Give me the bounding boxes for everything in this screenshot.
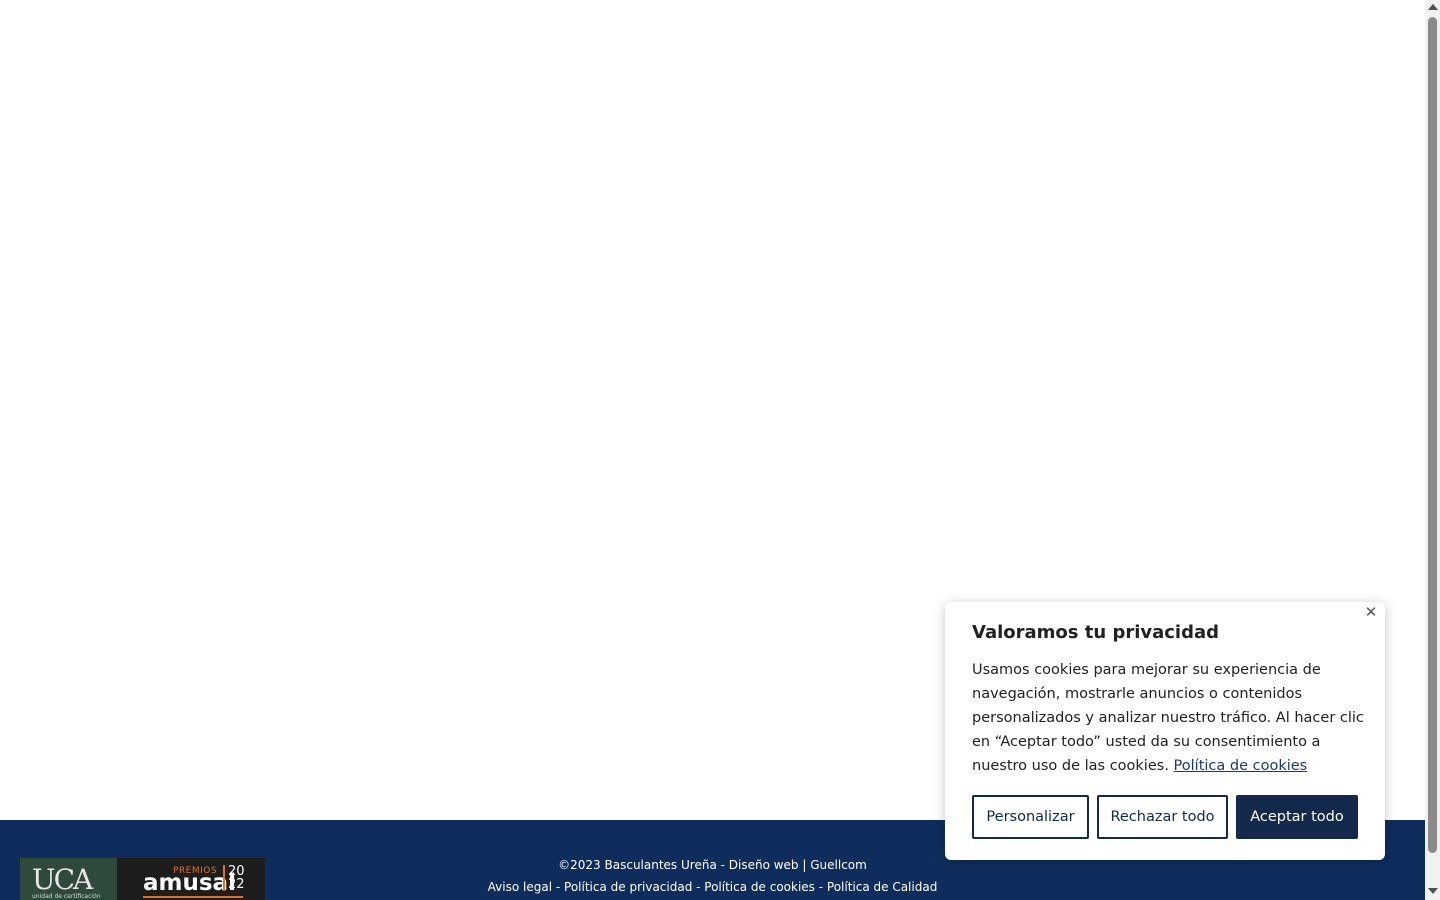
amusal-logo-underline <box>143 896 243 898</box>
scroll-thumb[interactable] <box>1428 17 1437 853</box>
reject-all-button[interactable]: Rechazar todo <box>1097 795 1228 839</box>
separator: - <box>716 858 729 872</box>
separator: - <box>814 880 827 894</box>
cookie-description: Usamos cookies para mejorar su experienc… <box>972 658 1367 778</box>
scroll-down-arrow-icon[interactable] <box>1428 888 1438 894</box>
aviso-legal-link[interactable]: Aviso legal <box>488 880 552 894</box>
separator: - <box>692 880 705 894</box>
vertical-scrollbar[interactable] <box>1425 0 1440 900</box>
separator: - <box>552 880 565 894</box>
cookie-policy-link[interactable]: Política de cookies <box>1174 758 1308 774</box>
privacy-policy-link[interactable]: Política de privacidad <box>564 880 692 894</box>
accept-all-button[interactable]: Aceptar todo <box>1236 795 1358 839</box>
cookie-title: Valoramos tu privacidad <box>972 622 1220 643</box>
guellcom-link[interactable]: Guellcom <box>810 858 867 872</box>
cookie-consent-dialog: ✕ Valoramos tu privacidad Usamos cookies… <box>945 602 1385 860</box>
close-icon[interactable]: ✕ <box>1363 604 1379 620</box>
design-web-link[interactable]: Diseño web <box>729 858 799 872</box>
quality-policy-link[interactable]: Política de Calidad <box>827 880 937 894</box>
customize-button[interactable]: Personalizar <box>972 795 1089 839</box>
footer-links-line: Aviso legal - Política de privacidad - P… <box>0 880 1425 894</box>
footer-copyright-line: ©2023 Basculantes Ureña - Diseño web | G… <box>0 858 1425 872</box>
scroll-up-arrow-icon[interactable] <box>1428 4 1438 10</box>
copyright-text: ©2023 Basculantes Ureña <box>558 858 717 872</box>
uca-logo-subtitle: unidad de certificación <box>32 893 101 900</box>
pipe-separator: | <box>798 858 811 872</box>
cookies-policy-link[interactable]: Política de cookies <box>704 880 815 894</box>
page: UCA unidad de certificación PREMIOS amus… <box>0 0 1440 900</box>
